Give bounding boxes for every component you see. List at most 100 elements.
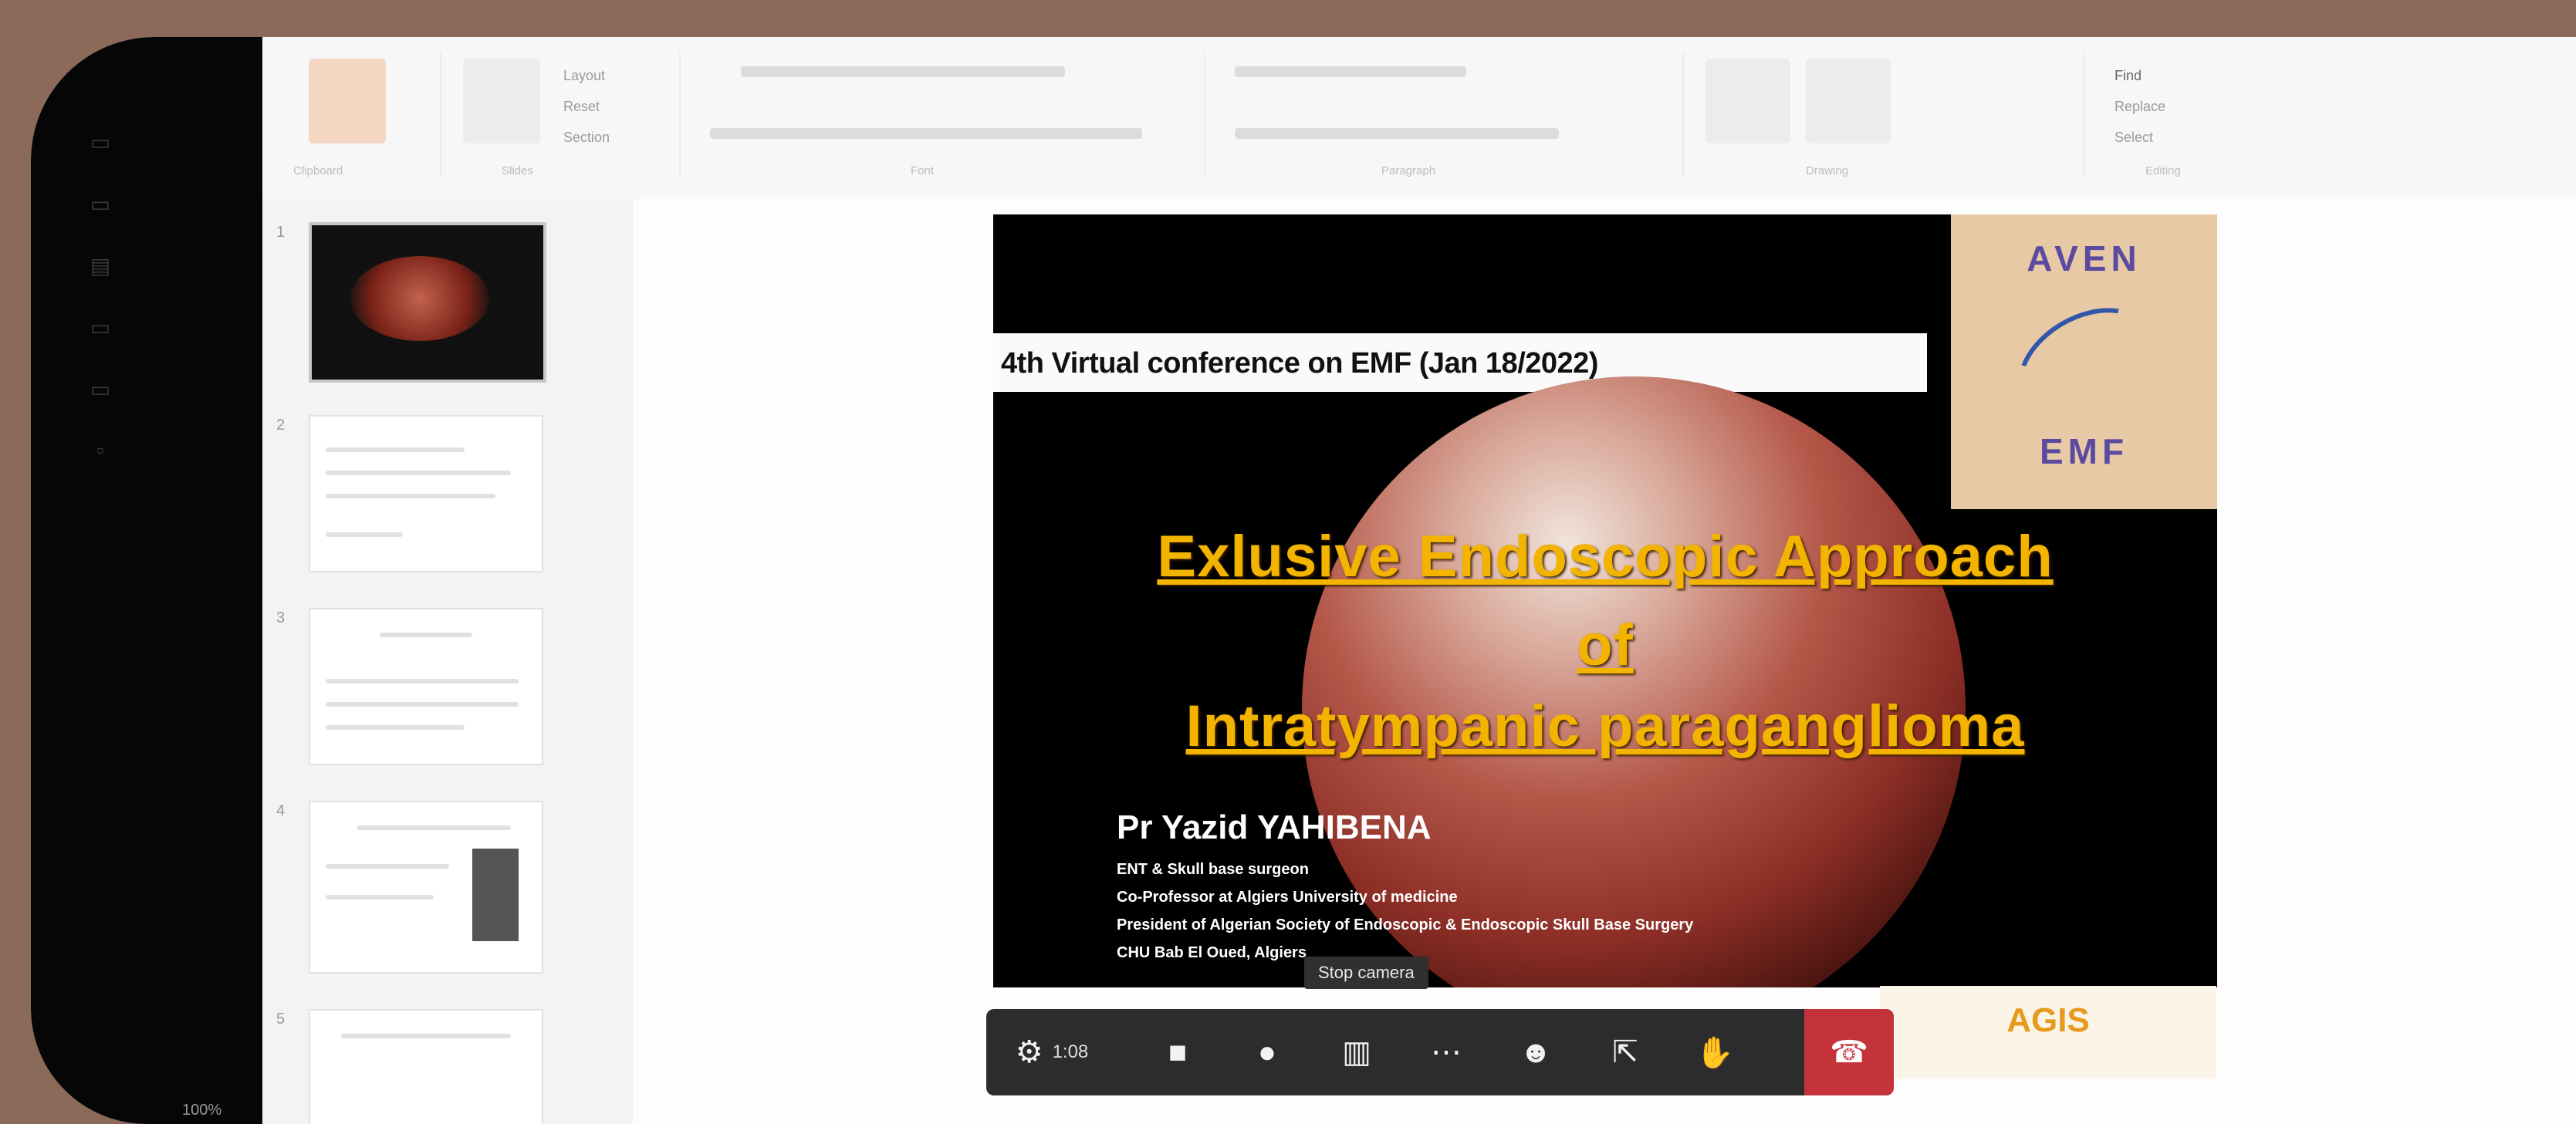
thumbnail-line [326,702,519,707]
arrange-button[interactable] [1806,59,1891,143]
replace-button[interactable]: Replace [2115,99,2165,115]
ribbon-divider [2084,52,2085,176]
participants-icon: ☻ [1519,1035,1553,1069]
slide-thumbnail-pane: 1 2 3 4 5 [262,199,634,1124]
conference-title: 4th Virtual conference on EMF (Jan 18/20… [1001,347,1598,380]
paste-button[interactable] [309,59,386,143]
alignment-buttons[interactable] [1235,128,1559,139]
slide-thumbnail-5[interactable] [309,1009,543,1124]
find-button[interactable]: Find [2115,68,2142,84]
ribbon-group-label: Paragraph [1381,164,1436,177]
drawing-group: Drawing [1698,51,1991,182]
chat-icon[interactable]: ▭ [77,191,123,222]
shapes-button[interactable] [1706,59,1790,143]
share-screen-button[interactable]: ⇱ [1580,1009,1670,1095]
camera-button[interactable]: ■ [1133,1009,1222,1095]
thumbnail-line [326,532,403,537]
slide[interactable]: 4th Virtual conference on EMF (Jan 18/20… [993,214,2217,987]
ribbon-divider [440,52,441,176]
conference-band: 4th Virtual conference on EMF (Jan 18/20… [993,333,1927,392]
slide-thumbnail-2[interactable] [309,415,543,572]
affiliation-line: Co-Professor at Algiers University of me… [1117,889,1458,906]
more-button[interactable]: ⋯ [1401,1009,1491,1095]
thumbnail-line [326,471,511,475]
call-timer: 1:08 [1052,1041,1089,1062]
thumbnail-number: 1 [276,224,286,241]
section-button[interactable]: Section [563,130,610,146]
font-name-select[interactable] [741,66,1065,77]
slide-thumbnail-1[interactable] [309,222,546,383]
list-buttons[interactable] [1235,66,1466,77]
logo-swoosh [1996,284,2177,447]
affiliation-line: CHU Bab El Oued, Algiers [1117,944,1307,961]
teams-icon[interactable]: ▤ [77,253,123,284]
thumbnail-number: 4 [276,802,286,819]
slide-title-line-2: of [1577,613,1634,678]
share-screen-icon: ⇱ [1612,1035,1638,1069]
raise-hand-icon: ✋ [1695,1035,1734,1070]
meeting-toolbar: ⚙ 1:08 ■ ● ▥ ⋯ ☻ ⇱ ✋ ☎ [986,1009,1894,1095]
thumbnail-number: 2 [276,417,286,434]
clipboard-group: Clipboard [278,51,432,182]
calendar-icon[interactable]: ▭ [77,315,123,346]
thumbnail-image [472,849,519,941]
reset-button[interactable]: Reset [563,99,600,115]
info-icon: ⚙ [1015,1035,1043,1069]
thumbnail-line [326,864,449,869]
thumbnail-line [341,1034,511,1038]
society-logo: AVEN EMF [1951,214,2217,509]
thumbnail-number: 5 [276,1011,286,1028]
camera-icon: ■ [1168,1035,1188,1069]
left-rail: ▭ ▭ ▤ ▭ ▭ ▫ [31,37,262,1124]
font-group: Font [695,51,1188,182]
end-call-icon: ☎ [1830,1035,1868,1069]
paragraph-group: Paragraph [1219,51,1667,182]
ribbon-divider [1204,52,1205,176]
microphone-button[interactable]: ● [1222,1009,1312,1095]
logo-text-top: AVEN [2027,238,2142,278]
affiliation-line: President of Algerian Society of Endosco… [1117,916,1694,933]
ribbon-group-label: Clipboard [293,164,343,177]
thumbnail-line [326,895,434,900]
more-icon: ⋯ [1431,1035,1462,1069]
slides-group: Layout Reset Section Slides [455,51,671,182]
participants-button[interactable]: ☻ [1491,1009,1580,1095]
layout-button[interactable]: Layout [563,68,605,84]
slide-thumbnail-4[interactable] [309,801,543,974]
raise-hand-button[interactable]: ✋ [1670,1009,1760,1095]
layout-button[interactable]: ▥ [1312,1009,1401,1095]
thumbnail-line [326,447,465,452]
ribbon-group-label: Editing [2145,164,2181,177]
ribbon-divider [679,52,681,176]
thumbnail-line [326,725,465,730]
thumbnail-line [380,633,472,637]
thumbnail-number: 3 [276,609,286,626]
ribbon: Clipboard Layout Reset Section Slides Fo… [262,37,2576,201]
tooltip: Stop camera [1304,957,1428,989]
microphone-icon: ● [1257,1035,1277,1069]
author-name: Pr Yazid YAHIBENA [1117,808,1432,846]
editing-group: Find Replace Select Editing [2099,51,2331,182]
ribbon-group-label: Drawing [1806,164,1849,177]
ribbon-group-label: Slides [502,164,533,177]
thumbnail-line [357,825,511,830]
layout-icon: ▥ [1342,1035,1371,1069]
files-icon[interactable]: ▭ [77,376,123,407]
select-button[interactable]: Select [2115,130,2153,146]
info-button[interactable]: ⚙ 1:08 [986,1009,1117,1095]
sponsor-logo: AGIS [1880,986,2216,1078]
font-format-buttons[interactable] [710,128,1142,139]
end-call-button[interactable]: ☎ [1804,1009,1894,1095]
slide-title-line-1: Exlusive Endoscopic Approach [1157,524,2054,589]
affiliation-line: ENT & Skull base surgeon [1117,861,1309,878]
thumbnail-line [326,679,519,684]
new-slide-button[interactable] [463,59,540,143]
apps-icon[interactable]: ▫ [77,438,123,469]
slide-title-line-3: Intratympanic paraganglioma [1185,694,2025,759]
thumbnail-image [350,256,489,341]
slide-thumbnail-3[interactable] [309,608,543,765]
thumbnail-line [326,494,495,498]
zoom-level: 100% [182,1102,222,1119]
sponsor-logo-text: AGIS [2006,1001,2090,1039]
activity-icon[interactable]: ▭ [77,130,123,160]
